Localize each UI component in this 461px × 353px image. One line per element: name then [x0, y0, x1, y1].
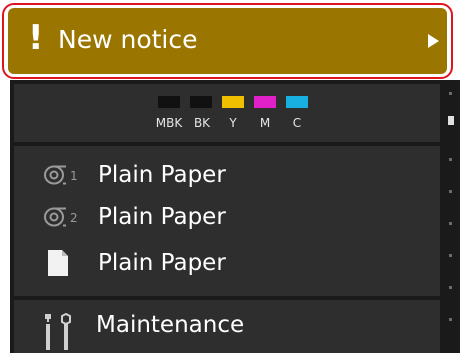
paper-row-cut-sheet: Plain Paper	[14, 242, 440, 282]
printer-home-screen: ! New notice MBK BK Y M C 1 Plain Paper …	[0, 0, 461, 353]
scroll-dot	[449, 286, 452, 289]
svg-text:2: 2	[70, 211, 78, 225]
warning-exclamation-icon: !	[28, 18, 44, 58]
tools-icon	[45, 312, 71, 350]
ink-swatch-c	[286, 96, 308, 108]
ink-label-c: C	[292, 116, 302, 130]
ink-swatch-y	[222, 96, 244, 108]
cut-sheet-icon	[48, 250, 68, 276]
ink-swatch-bk	[190, 96, 212, 108]
scroll-dot	[449, 190, 452, 193]
paper-row-roll-2: 2 Plain Paper	[14, 196, 440, 236]
scroll-dot	[449, 254, 452, 257]
scrollbar-thumb[interactable]	[448, 116, 454, 125]
chevron-right-icon	[428, 34, 439, 48]
paper-row-roll-1: 1 Plain Paper	[14, 154, 440, 194]
roll-1-icon: 1	[44, 165, 78, 185]
scroll-dot	[449, 318, 452, 321]
maintenance-tile[interactable]: Maintenance	[14, 300, 440, 353]
maintenance-label: Maintenance	[96, 312, 245, 338]
scroll-dot	[449, 158, 452, 161]
ink-level-tile[interactable]: MBK BK Y M C	[14, 84, 440, 142]
new-notice-button[interactable]: ! New notice	[8, 8, 447, 74]
home-menu-panel: MBK BK Y M C 1 Plain Paper 2 Plain Paper…	[10, 80, 460, 353]
scrollbar[interactable]	[446, 84, 456, 349]
paper-label-cut-sheet: Plain Paper	[98, 250, 226, 276]
paper-settings-tile[interactable]: 1 Plain Paper 2 Plain Paper Plain Paper	[14, 146, 440, 296]
ink-swatch-m	[254, 96, 276, 108]
scroll-dot	[449, 92, 452, 95]
svg-text:1: 1	[70, 169, 78, 183]
paper-label-roll-1: Plain Paper	[98, 162, 226, 188]
scroll-dot	[449, 222, 452, 225]
roll-2-icon: 2	[44, 207, 78, 227]
paper-label-roll-2: Plain Paper	[98, 204, 226, 230]
new-notice-label: New notice	[58, 25, 198, 54]
ink-swatch-mbk	[158, 96, 180, 108]
